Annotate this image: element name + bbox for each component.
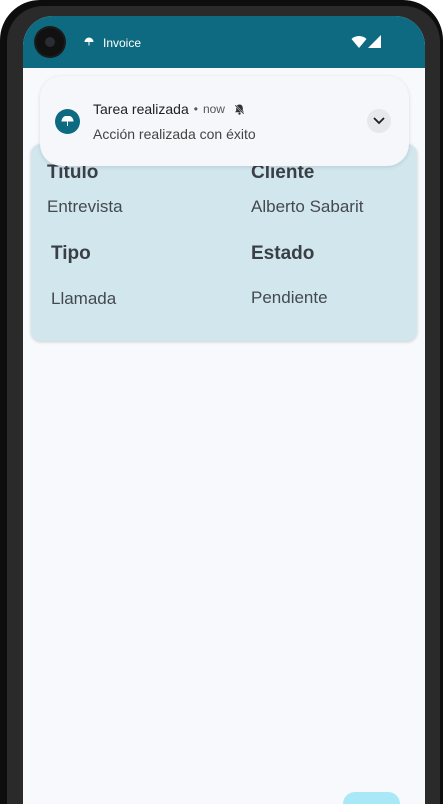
notification[interactable]: Tarea realizada • now Acción realizada c… [40,76,409,166]
field-label-estado: Estado [251,243,315,264]
field-value-titulo: Entrevista [47,197,123,216]
notification-time: now [202,102,225,116]
task-card[interactable]: Titulo Entrevista Cliente Alberto Sabari… [31,144,417,341]
front-camera [36,28,64,56]
field-value-cliente: Alberto Sabarit [251,197,364,216]
bell-icon [234,103,245,115]
field-label-tipo: Tipo [51,243,91,264]
signal-icon [368,35,381,48]
expand-notification-button[interactable] [367,109,391,133]
notification-app-icon [55,109,80,134]
umbrella-icon [61,116,74,126]
notification-header: Tarea realizada • now [93,101,245,117]
notification-title: Tarea realizada [93,101,189,117]
notification-separator: • [193,102,198,116]
field-value-tipo: Llamada [51,289,117,308]
umbrella-icon [84,37,94,46]
status-bar: Invoice [23,16,425,68]
status-app-label: Invoice [103,36,142,50]
chevron-down-icon [373,117,385,125]
notification-body: Acción realizada con éxito [93,126,256,142]
fab-button[interactable] [343,792,400,804]
wifi-icon [351,36,367,48]
field-value-estado: Pendiente [251,288,328,307]
